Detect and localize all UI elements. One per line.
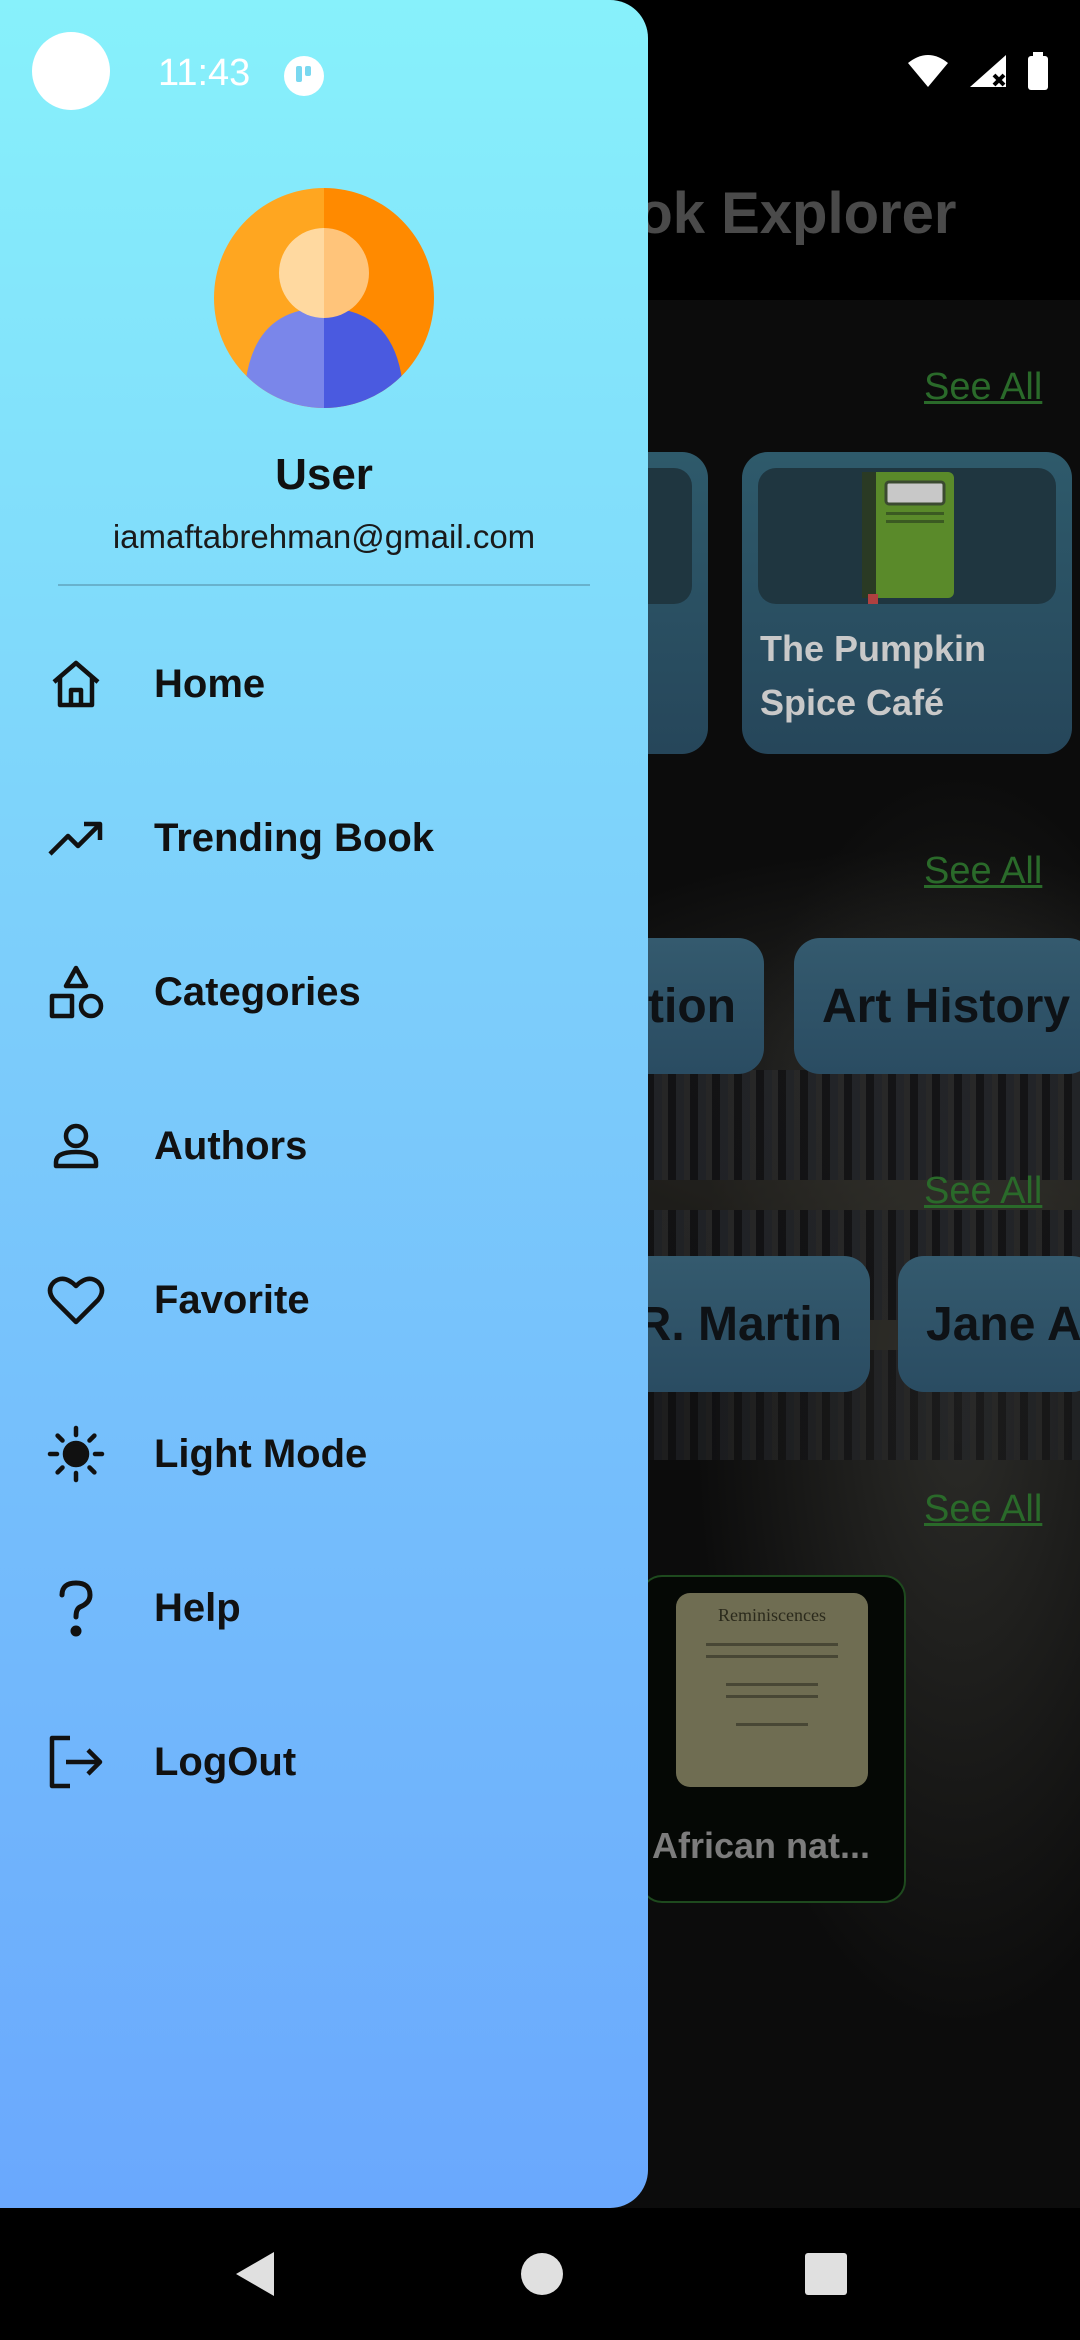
drawer-item-authors[interactable]: Authors xyxy=(0,1086,648,1206)
drawer-item-categories[interactable]: Categories xyxy=(0,932,648,1052)
drawer-item-label: Light Mode xyxy=(154,1431,368,1476)
book-card[interactable]: Reminiscences African nat... xyxy=(640,1575,906,1903)
question-icon xyxy=(44,1576,108,1640)
green-book-icon xyxy=(862,472,954,604)
user-email: iamaftabrehman@gmail.com xyxy=(112,518,536,555)
drawer-item-favorite[interactable]: Favorite xyxy=(0,1240,648,1360)
system-navigation-bar xyxy=(0,2208,1080,2340)
cover-text-line xyxy=(706,1655,838,1658)
cover-text-line xyxy=(726,1683,818,1686)
shapes-icon xyxy=(44,960,108,1024)
drawer-item-trending[interactable]: Trending Book xyxy=(0,778,648,898)
status-icons xyxy=(906,52,1050,90)
drawer-item-help[interactable]: Help xyxy=(0,1548,648,1668)
user-name: User xyxy=(275,450,373,499)
shelf-books xyxy=(640,1070,1080,1180)
user-avatar-icon[interactable] xyxy=(214,188,434,408)
camera-cutout xyxy=(32,32,110,110)
category-chip-label: Art History xyxy=(822,979,1071,1033)
book-card-title: The Pumpkin Spice Café xyxy=(760,628,987,723)
see-all-trending-link[interactable]: See All xyxy=(924,366,1042,409)
author-chip[interactable]: Jane Austen xyxy=(898,1256,1080,1392)
logout-icon xyxy=(44,1730,108,1794)
book-cover xyxy=(758,468,1056,604)
navigation-drawer: User iamaftabrehman@gmail.com Home Trend… xyxy=(0,0,648,2208)
status-time: 11:43 xyxy=(158,52,251,94)
trending-up-icon xyxy=(44,806,108,870)
drawer-item-logout[interactable]: LogOut xyxy=(0,1702,648,1822)
home-button-icon[interactable] xyxy=(512,2244,572,2304)
see-all-books-link[interactable]: See All xyxy=(924,1488,1042,1531)
drawer-item-label: Help xyxy=(154,1585,241,1630)
book-cover: Reminiscences xyxy=(676,1593,868,1787)
wifi-icon xyxy=(908,55,948,87)
cellular-signal-icon xyxy=(970,55,1006,87)
cover-title: Reminiscences xyxy=(718,1605,826,1625)
cover-text-line xyxy=(736,1723,808,1726)
home-icon xyxy=(44,652,108,716)
drawer-item-label: Categories xyxy=(154,969,361,1014)
battery-icon xyxy=(1028,52,1048,90)
notification-icon xyxy=(284,56,324,96)
person-icon xyxy=(44,1114,108,1178)
cover-text-line xyxy=(706,1643,838,1646)
back-button-icon[interactable] xyxy=(226,2244,286,2304)
author-chip-label: Jane Austen xyxy=(926,1297,1080,1351)
drawer-item-label: Favorite xyxy=(154,1277,310,1322)
book-title: African nat... xyxy=(652,1825,871,1866)
drawer-item-home[interactable]: Home xyxy=(0,624,648,744)
heart-icon xyxy=(44,1268,108,1332)
divider xyxy=(58,584,590,586)
drawer-item-light-mode[interactable]: Light Mode xyxy=(0,1394,648,1514)
see-all-authors-link[interactable]: See All xyxy=(924,1170,1042,1213)
category-chip[interactable]: Art History xyxy=(794,938,1080,1074)
book-card[interactable]: The Pumpkin Spice Café xyxy=(742,452,1072,754)
sun-icon xyxy=(44,1422,108,1486)
cover-text-line xyxy=(726,1695,818,1698)
drawer-item-label: Home xyxy=(154,661,266,706)
see-all-categories-link[interactable]: See All xyxy=(924,850,1042,893)
recents-button-icon[interactable] xyxy=(796,2244,856,2304)
drawer-item-label: LogOut xyxy=(154,1739,297,1784)
drawer-item-label: Trending Book xyxy=(154,815,434,860)
drawer-item-label: Authors xyxy=(154,1123,308,1168)
